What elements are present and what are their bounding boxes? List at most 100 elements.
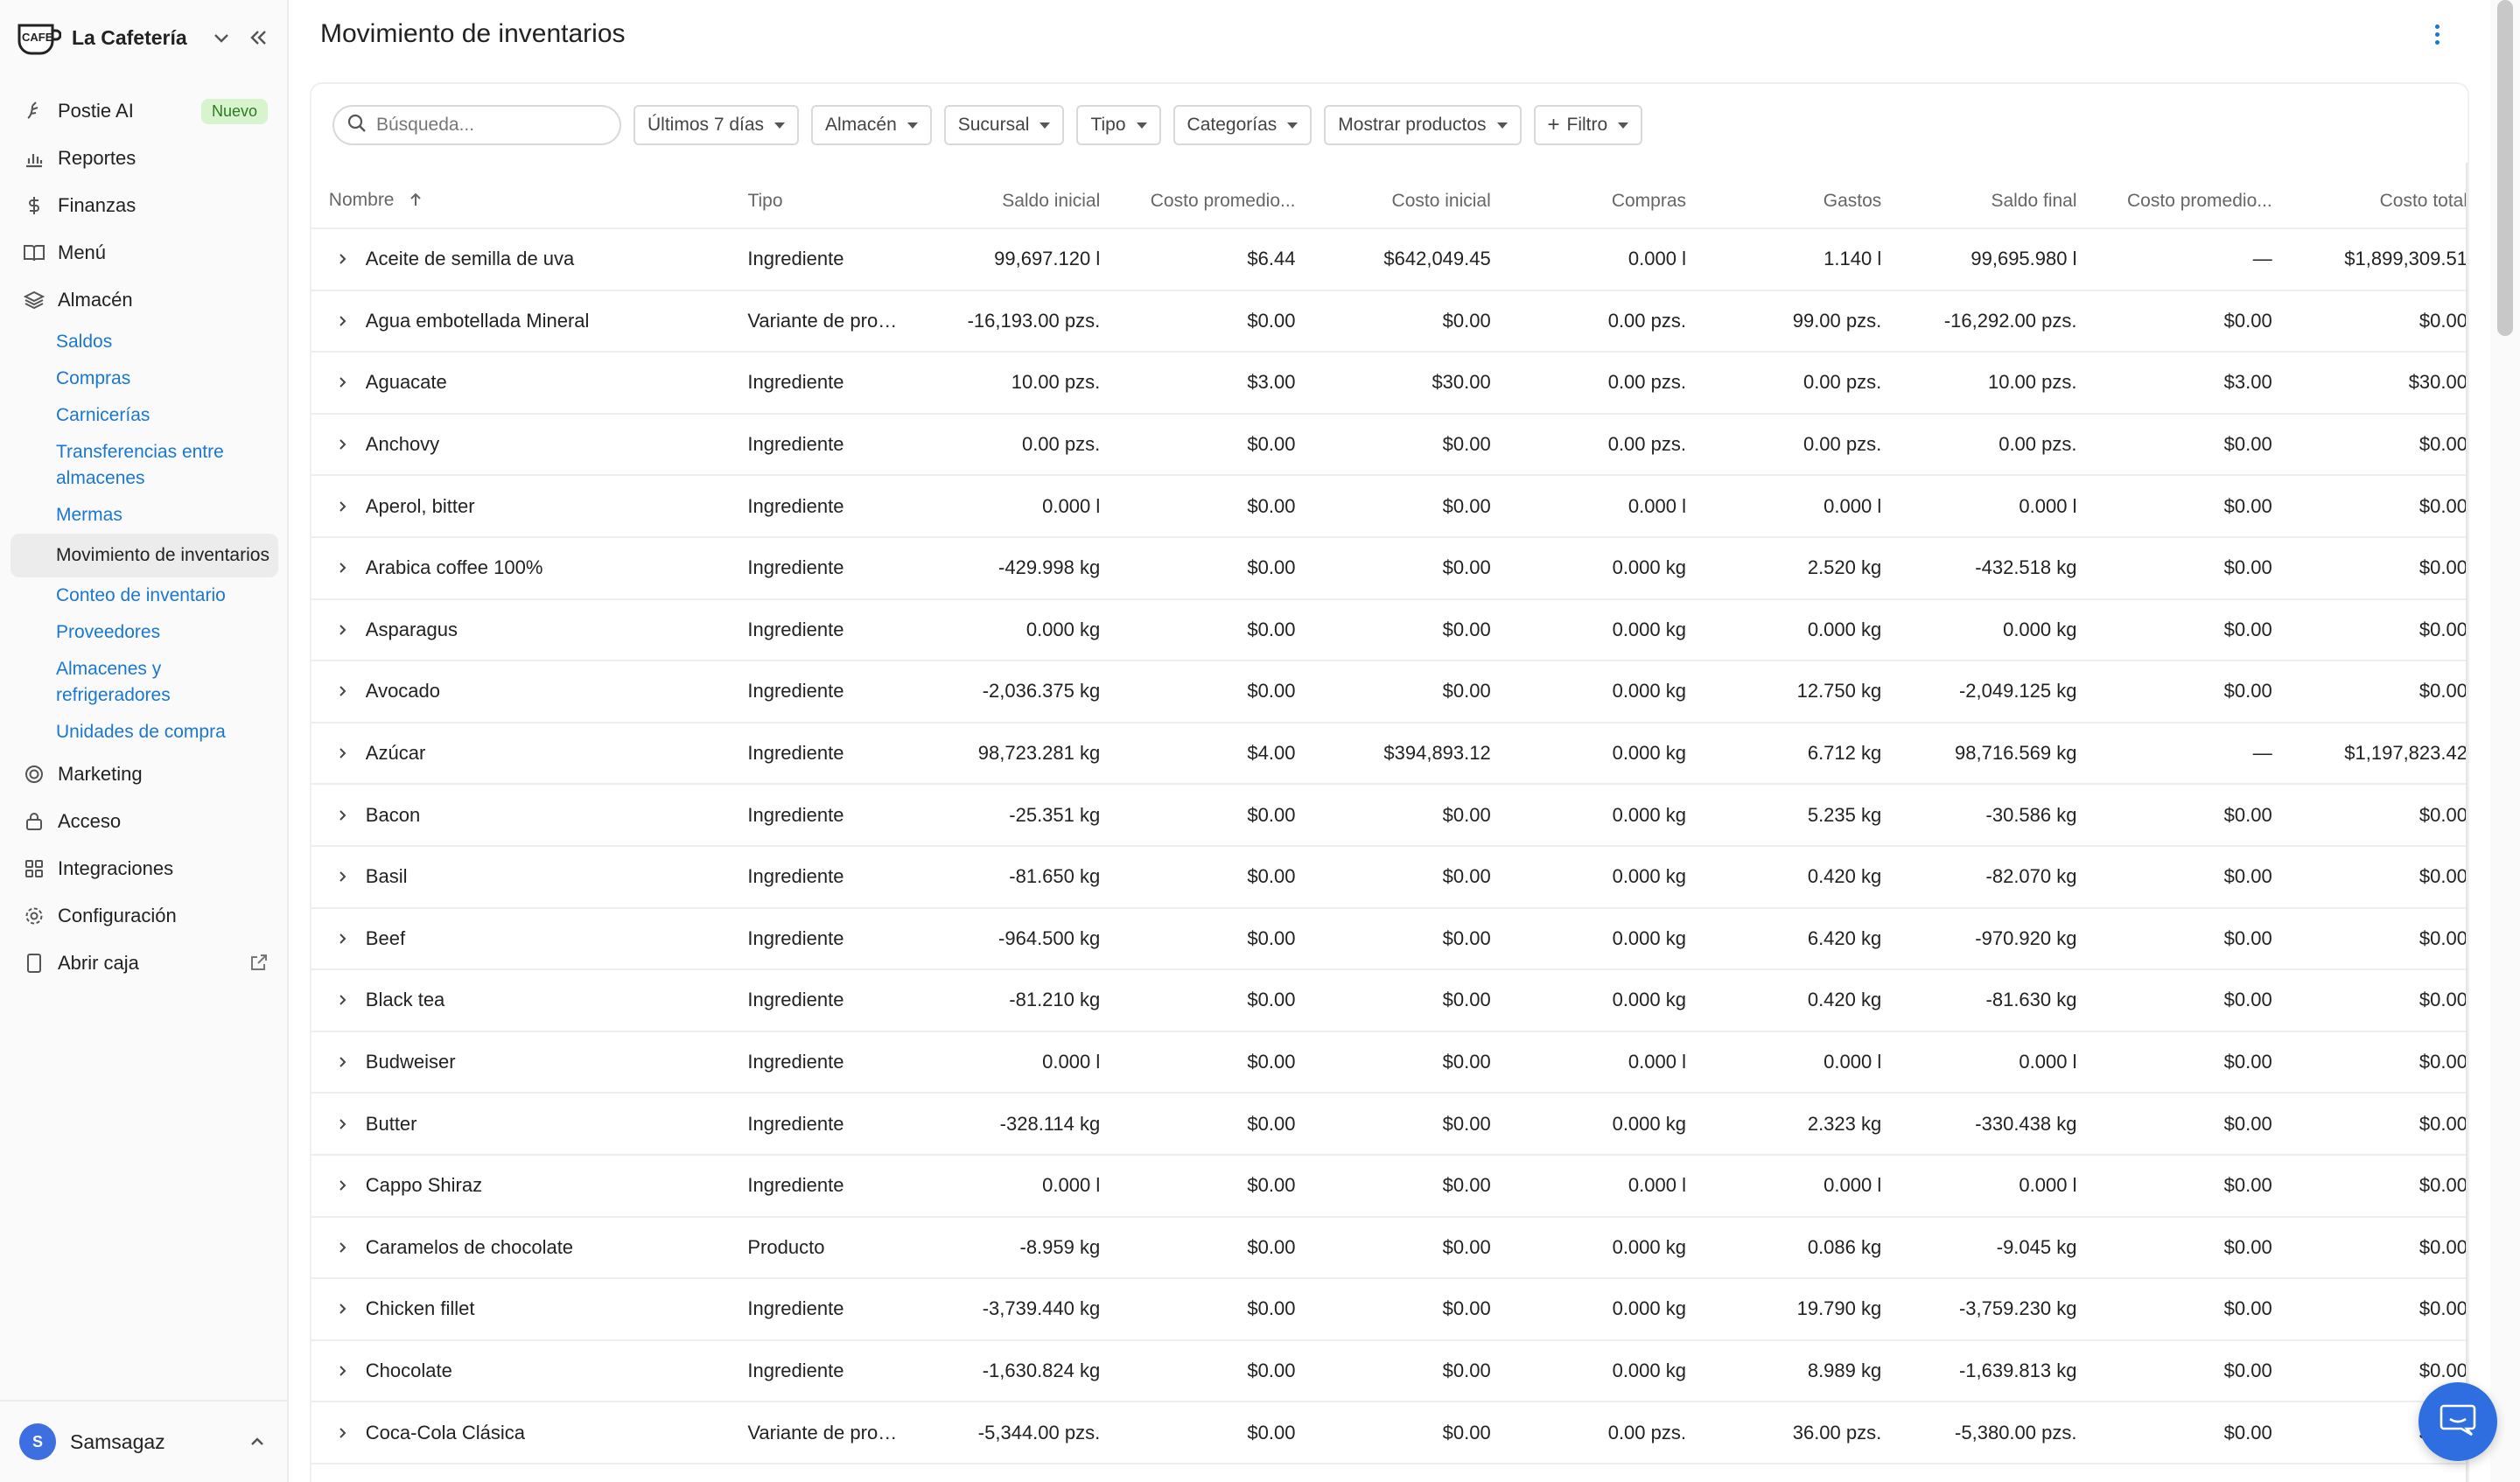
- table-row[interactable]: Aperol, bitter Ingrediente 0.000 l $0.00 $0.…: [312, 476, 2468, 538]
- expand-row-button[interactable]: [312, 498, 357, 515]
- expand-row-button[interactable]: [312, 991, 357, 1009]
- table-row[interactable]: Asparagus Ingrediente 0.000 kg $0.00 $0.00 0.…: [312, 600, 2468, 662]
- cell-gastos: 99.00 pzs.: [1792, 309, 1882, 332]
- header-saldo-final[interactable]: Saldo final: [1881, 191, 2076, 212]
- expand-row-button[interactable]: [312, 1115, 357, 1133]
- nav-item-configuracion[interactable]: Configuración: [10, 892, 278, 940]
- expand-row-button[interactable]: [312, 868, 357, 885]
- chevron-down-icon[interactable]: [210, 26, 233, 49]
- subnav-item-compras[interactable]: Compras: [56, 360, 278, 397]
- table-row[interactable]: Cappo Shiraz Ingrediente 0.000 l $0.00 $0.00…: [312, 1156, 2468, 1218]
- collapse-sidebar-icon[interactable]: [245, 24, 271, 51]
- table-row[interactable]: Agua embotellada Mineral Variante de prod…: [312, 291, 2468, 353]
- search-box: [332, 105, 621, 145]
- subnav-item-proveedores[interactable]: Proveedores: [56, 614, 278, 651]
- expand-row-button[interactable]: [312, 682, 357, 700]
- table-row[interactable]: Basil Ingrediente -81.650 kg $0.00 $0.00 0.00…: [312, 847, 2468, 909]
- header-costo-total[interactable]: Costo total: [2272, 191, 2468, 212]
- header-gastos[interactable]: Gastos: [1686, 191, 1882, 212]
- search-input[interactable]: [376, 115, 612, 136]
- table-row[interactable]: Azúcar Ingrediente 98,723.281 kg $4.00 $394,…: [312, 724, 2468, 786]
- header-nombre[interactable]: Nombre: [312, 190, 702, 213]
- cell-nombre: Coca-Cola Clásica: [365, 1421, 525, 1444]
- table-row[interactable]: Caramelos de chocolate Producto -8.959 kg $…: [312, 1218, 2468, 1280]
- add-filter-button[interactable]: + Filtro: [1533, 105, 1643, 145]
- expand-row-button[interactable]: [312, 1177, 357, 1194]
- header-tipo[interactable]: Tipo: [747, 191, 904, 212]
- subnav-item-carnicerias[interactable]: Carnicerías: [56, 397, 278, 434]
- header-saldo-inicial[interactable]: Saldo inicial: [904, 191, 1100, 212]
- table-row[interactable]: Budweiser Ingrediente 0.000 l $0.00 $0.00 0.0…: [312, 1032, 2468, 1094]
- nav-item-menu[interactable]: Menú: [10, 229, 278, 276]
- subnav-item-conteo-inventario[interactable]: Conteo de inventario: [56, 577, 278, 614]
- nav-label: Finanzas: [58, 194, 136, 216]
- table-row[interactable]: Anchovy Ingrediente 0.00 pzs. $0.00 $0.00 0.0…: [312, 415, 2468, 477]
- sucursal-filter[interactable]: Sucursal: [943, 105, 1065, 145]
- cell-saldo-final: 98,716.569 kg: [1955, 742, 2077, 765]
- chat-support-button[interactable]: [2418, 1382, 2497, 1461]
- expand-row-button[interactable]: [312, 559, 357, 577]
- nav-item-integraciones[interactable]: Integraciones: [10, 845, 278, 892]
- user-menu[interactable]: S Samsagaz: [0, 1400, 289, 1482]
- expand-row-button[interactable]: [312, 744, 357, 762]
- table-row[interactable]: Chicken fillet Ingrediente -3,739.440 kg $0…: [312, 1279, 2468, 1341]
- nav-item-marketing[interactable]: Marketing: [10, 751, 278, 798]
- table-row[interactable]: Aguacate Ingrediente 10.00 pzs. $3.00 $30.00…: [312, 353, 2468, 415]
- subnav-item-unidades-compra[interactable]: Unidades de compra: [56, 714, 278, 751]
- filter-toolbar: Últimos 7 días Almacén Sucursal Tipo Cat…: [332, 105, 1643, 145]
- header-costo-promedio[interactable]: Costo promedio...: [1100, 191, 1296, 212]
- table-row[interactable]: Butter Ingrediente -328.114 kg $0.00 $0.00 0.…: [312, 1094, 2468, 1156]
- tipo-filter[interactable]: Tipo: [1076, 105, 1161, 145]
- expand-row-button[interactable]: [312, 436, 357, 453]
- header-costo-promedio-final[interactable]: Costo promedio...: [2077, 191, 2272, 212]
- expand-row-button[interactable]: [312, 807, 357, 824]
- expand-row-button[interactable]: [312, 250, 357, 268]
- table-row[interactable]: Avocado Ingrediente -2,036.375 kg $0.00 $0.0…: [312, 661, 2468, 724]
- table-row[interactable]: Black tea Ingrediente -81.210 kg $0.00 $0.00…: [312, 970, 2468, 1032]
- cell-compras: 0.000 kg: [1612, 989, 1686, 1011]
- scrollbar-thumb[interactable]: [2497, 0, 2513, 336]
- expand-row-button[interactable]: [312, 1300, 357, 1318]
- almacen-filter[interactable]: Almacén: [811, 105, 932, 145]
- page-scrollbar[interactable]: [2490, 0, 2520, 1482]
- table-row[interactable]: Bacon Ingrediente -25.351 kg $0.00 $0.00 0.00…: [312, 785, 2468, 847]
- cell-saldo-inicial: -3,739.440 kg: [982, 1297, 1101, 1320]
- date-range-filter[interactable]: Últimos 7 días: [634, 105, 800, 145]
- expand-row-button[interactable]: [312, 1362, 357, 1380]
- subnav-item-saldos[interactable]: Saldos: [56, 324, 278, 360]
- table-row[interactable]: Chocolate Ingrediente -1,630.824 kg $0.00 $0…: [312, 1341, 2468, 1403]
- subnav-item-transferencias[interactable]: Transferencias entre almacenes: [56, 434, 278, 497]
- cell-compras: 0.000 l: [1628, 1051, 1686, 1073]
- expand-row-button[interactable]: [312, 1424, 357, 1442]
- mostrar-productos-filter[interactable]: Mostrar productos: [1324, 105, 1522, 145]
- table-scrollbar[interactable]: [2466, 163, 2468, 1482]
- expand-row-button[interactable]: [312, 621, 357, 639]
- table-row[interactable]: Aceite de semilla de uva Ingrediente 99,69…: [312, 229, 2468, 291]
- cell-tipo: Ingrediente: [747, 494, 844, 517]
- categorias-filter[interactable]: Categorías: [1172, 105, 1312, 145]
- cell-compras: 0.000 kg: [1612, 1297, 1686, 1320]
- nav-item-reportes[interactable]: Reportes: [10, 135, 278, 182]
- header-costo-inicial[interactable]: Costo inicial: [1296, 191, 1491, 212]
- nav-item-finanzas[interactable]: Finanzas: [10, 182, 278, 229]
- table-row[interactable]: Arabica coffee 100% Ingrediente -429.998 k…: [312, 538, 2468, 600]
- subnav-item-almacenes-refrigeradores[interactable]: Almacenes y refrigeradores: [56, 651, 278, 714]
- nav-item-postie-ai[interactable]: Postie AI Nuevo: [10, 87, 278, 135]
- table-row[interactable]: Coca-Cola Clásica Variante de producto -5,…: [312, 1402, 2468, 1465]
- expand-row-button[interactable]: [312, 374, 357, 391]
- expand-row-button[interactable]: [312, 1053, 357, 1071]
- expand-row-button[interactable]: [312, 1239, 357, 1256]
- nav-item-acceso[interactable]: Acceso: [10, 798, 278, 845]
- subnav-item-mermas[interactable]: Mermas: [56, 497, 278, 534]
- table-row[interactable]: Beef Ingrediente -964.500 kg $0.00 $0.00 0.00…: [312, 909, 2468, 971]
- sidebar: CAFE La Cafetería Postie AI Nuevo Report…: [0, 0, 289, 1482]
- subnav-item-movimiento-inventarios[interactable]: Movimiento de inventarios: [10, 534, 278, 577]
- expand-row-button[interactable]: [312, 312, 357, 330]
- expand-row-button[interactable]: [312, 930, 357, 947]
- cell-costo-inicial: $0.00: [1442, 618, 1491, 640]
- brand-switcher[interactable]: CAFE La Cafetería: [16, 17, 273, 58]
- more-options-icon[interactable]: [2424, 19, 2450, 49]
- header-compras[interactable]: Compras: [1491, 191, 1686, 212]
- nav-item-almacen[interactable]: Almacén: [10, 276, 278, 324]
- nav-item-abrir-caja[interactable]: Abrir caja: [10, 940, 278, 987]
